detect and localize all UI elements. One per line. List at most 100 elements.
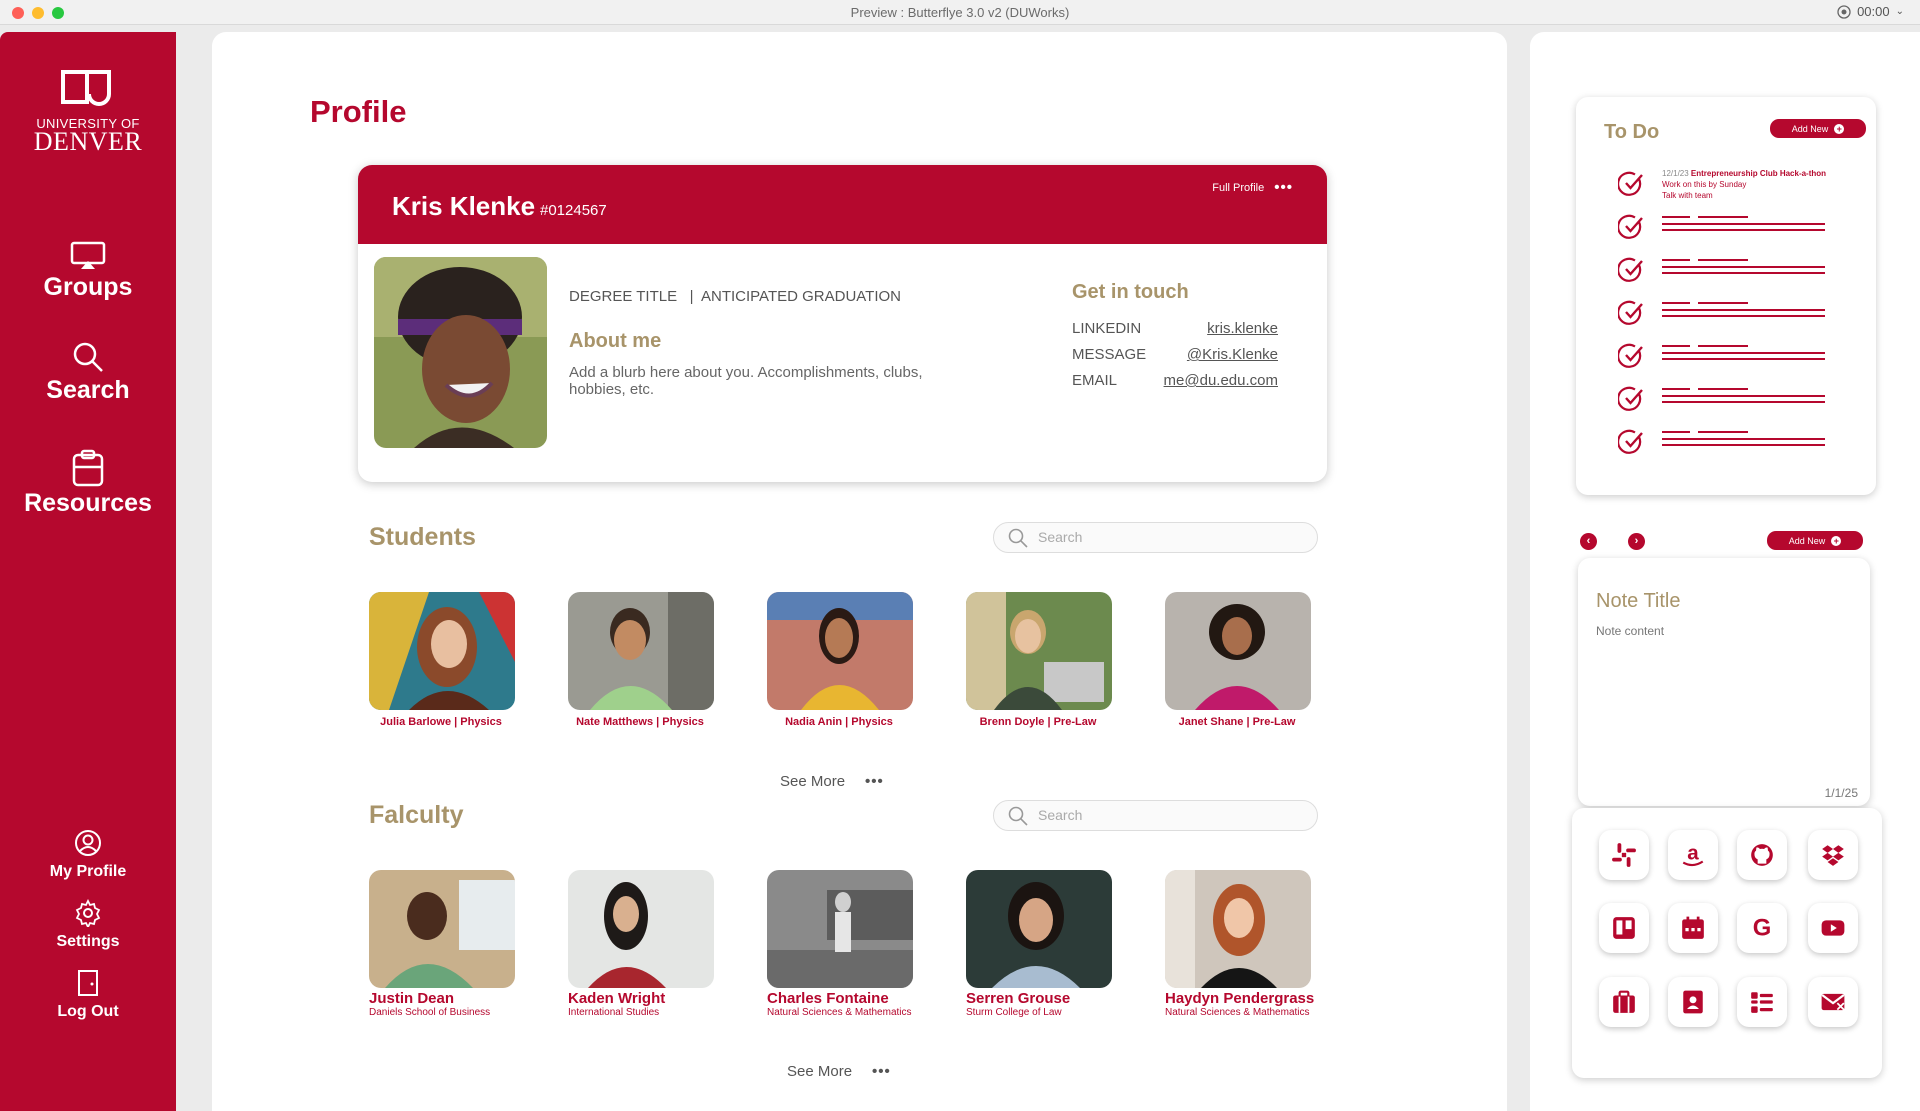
email-link[interactable]: me@du.edu.com: [1164, 372, 1278, 389]
calendar-app-button[interactable]: [1668, 903, 1718, 953]
nav-resources[interactable]: Resources: [0, 449, 176, 518]
window-titlebar: Preview : Butterflye 3.0 v2 (DUWorks) 00…: [0, 0, 1920, 25]
todo-item[interactable]: [1618, 429, 1868, 457]
nav-groups[interactable]: Groups: [0, 241, 176, 302]
faculty-card[interactable]: Charles Fontaine Natural Sciences & Math…: [759, 870, 919, 1018]
contact-heading: Get in touch: [1072, 281, 1189, 303]
contact-label: MESSAGE: [1072, 346, 1147, 363]
todo-item[interactable]: 12/1/23 Entrepreneurship Club Hack-a-tho…: [1618, 168, 1868, 201]
message-link[interactable]: @Kris.Klenke: [1187, 346, 1278, 363]
nav-log-out-label: Log Out: [57, 1003, 119, 1020]
github-app-button[interactable]: [1737, 830, 1787, 880]
calendar-icon: [1682, 916, 1704, 939]
todo-placeholder-line: [1698, 302, 1748, 304]
du-logo: UNIVERSITY OF DENVER: [0, 70, 176, 155]
profile-photo: [374, 257, 547, 448]
faculty-card[interactable]: Haydyn Pendergrass Natural Sciences & Ma…: [1157, 870, 1317, 1018]
todo-item[interactable]: [1618, 214, 1868, 242]
full-profile-link[interactable]: Full Profile •••: [1212, 179, 1293, 196]
students-see-more[interactable]: See More •••: [780, 773, 884, 790]
faculty-name: Haydyn Pendergrass: [1165, 990, 1315, 1007]
amazon-icon: a: [1682, 842, 1704, 867]
student-card[interactable]: Janet Shane | Pre-Law: [1157, 592, 1317, 728]
nav-my-profile[interactable]: My Profile: [0, 829, 176, 881]
student-card[interactable]: Brenn Doyle | Pre-Law: [958, 592, 1118, 728]
note-card[interactable]: Note Title Note content 1/1/25: [1578, 558, 1870, 806]
app-launcher: aG: [1572, 808, 1882, 1078]
contacts-app-button[interactable]: [1668, 977, 1718, 1027]
contact-label: EMAIL: [1072, 372, 1118, 389]
mail-icon: [1821, 993, 1845, 1011]
dropbox-app-button[interactable]: [1808, 830, 1858, 880]
du-logo-mark: [61, 70, 111, 106]
todo-placeholder-line: [1662, 388, 1690, 390]
slack-app-button[interactable]: [1599, 830, 1649, 880]
faculty-dept: International Studies: [568, 1007, 660, 1018]
check-circle-icon[interactable]: [1618, 343, 1644, 369]
todo-placeholder-line: [1662, 345, 1690, 347]
more-options-icon[interactable]: •••: [1274, 179, 1293, 196]
dropbox-icon: [1822, 845, 1844, 866]
nav-log-out[interactable]: Log Out: [0, 969, 176, 1021]
student-card[interactable]: Nadia Anin | Physics: [759, 592, 919, 728]
note-prev-button[interactable]: ‹: [1580, 533, 1597, 550]
todo-card: To Do Add New + 12/1/23 Entrepreneurship…: [1576, 97, 1876, 495]
degree-info: DEGREE TITLE | ANTICIPATED GRADUATION: [569, 288, 901, 305]
trello-app-button[interactable]: [1599, 903, 1649, 953]
contact-linkedin: LINKEDIN kris.klenke: [1072, 320, 1278, 337]
student-card[interactable]: Nate Matthews | Physics: [560, 592, 720, 728]
profile-card-header: Kris Klenke #0124567 Full Profile •••: [358, 165, 1327, 244]
checklist-app-button[interactable]: [1737, 977, 1787, 1027]
nav-groups-label: Groups: [43, 273, 133, 301]
faculty-search-input[interactable]: Search: [993, 800, 1318, 831]
recording-timer[interactable]: 00:00 ⌄: [1837, 4, 1904, 19]
check-circle-icon[interactable]: [1618, 171, 1644, 197]
google-app-button[interactable]: G: [1737, 903, 1787, 953]
todo-add-new-button[interactable]: Add New +: [1770, 119, 1866, 138]
check-circle-icon[interactable]: [1618, 429, 1644, 455]
note-next-button[interactable]: ›: [1628, 533, 1645, 550]
nav-search[interactable]: Search: [0, 340, 176, 405]
check-circle-icon[interactable]: [1618, 300, 1644, 326]
faculty-see-more[interactable]: See More •••: [787, 1063, 891, 1080]
amazon-app-button[interactable]: a: [1668, 830, 1718, 880]
check-circle-icon[interactable]: [1618, 257, 1644, 283]
faculty-card[interactable]: Serren Grouse Sturm College of Law: [958, 870, 1118, 1018]
todo-item[interactable]: [1618, 300, 1868, 328]
check-circle-icon[interactable]: [1618, 214, 1644, 240]
todo-title-line: 12/1/23 Entrepreneurship Club Hack-a-tho…: [1662, 168, 1826, 179]
todo-placeholder-line: [1662, 272, 1825, 274]
student-photo: [767, 592, 913, 710]
contacts-icon: [1683, 990, 1703, 1014]
faculty-photo: [568, 870, 714, 988]
todo-detail: 12/1/23 Entrepreneurship Club Hack-a-tho…: [1662, 168, 1826, 201]
todo-item[interactable]: [1618, 343, 1868, 371]
faculty-photo: [1165, 870, 1311, 988]
add-new-label: Add New: [1788, 535, 1826, 546]
students-search-input[interactable]: Search: [993, 522, 1318, 553]
nav-settings[interactable]: Settings: [0, 899, 176, 951]
todo-placeholder-line: [1662, 302, 1690, 304]
faculty-dept: Natural Sciences & Mathematics: [767, 1007, 912, 1018]
faculty-card[interactable]: Kaden Wright International Studies: [560, 870, 720, 1018]
mail-app-button[interactable]: [1808, 977, 1858, 1027]
window-title: Preview : Butterflye 3.0 v2 (DUWorks): [850, 5, 1070, 20]
todo-title: Entrepreneurship Club Hack-a-thon: [1690, 169, 1827, 178]
linkedin-link[interactable]: kris.klenke: [1207, 320, 1278, 337]
search-icon: [1008, 806, 1028, 826]
note-title: Note Title: [1596, 590, 1681, 612]
youtube-app-button[interactable]: [1808, 903, 1858, 953]
faculty-dept: Natural Sciences & Mathematics: [1165, 1007, 1310, 1018]
todo-placeholder-line: [1662, 223, 1825, 225]
note-add-new-button[interactable]: Add New +: [1767, 531, 1863, 550]
student-card[interactable]: Julia Barlowe | Physics: [361, 592, 521, 728]
todo-placeholder-line: [1662, 438, 1825, 440]
faculty-card[interactable]: Justin Dean Daniels School of Business: [361, 870, 521, 1018]
todo-item[interactable]: [1618, 257, 1868, 285]
todo-item[interactable]: [1618, 386, 1868, 414]
check-circle-icon[interactable]: [1618, 386, 1644, 412]
todo-placeholder-line: [1662, 266, 1825, 268]
plus-icon: +: [1834, 123, 1845, 134]
briefcase-app-button[interactable]: [1599, 977, 1649, 1027]
search-placeholder: Search: [1038, 529, 1083, 545]
